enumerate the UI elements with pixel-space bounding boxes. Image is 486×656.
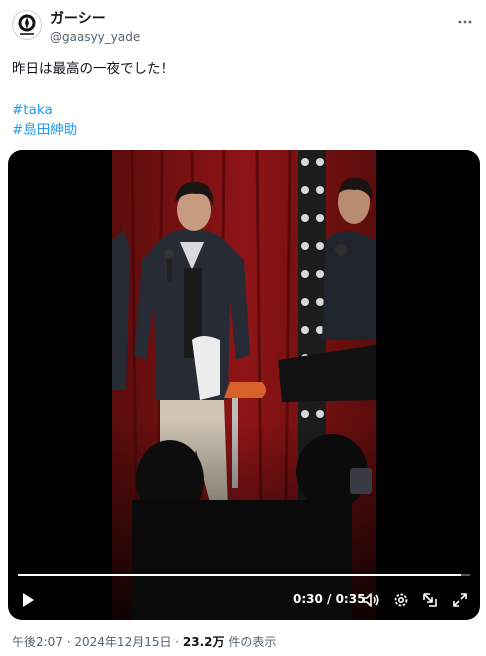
video-controls: 0:30 / 0:35 [8,560,480,620]
hashtag-link[interactable]: #島田紳助 [12,122,77,138]
tweet-meta: 午後2:07 · 2024年12月15日 · 23.2万 件の表示 [12,633,276,650]
handle[interactable]: @gaasyy_yade [50,29,140,45]
timestamp[interactable]: 午後2:07 · 2024年12月15日 · [12,635,183,649]
hashtag-link[interactable]: #taka [12,102,53,118]
volume-button[interactable] [361,590,381,610]
view-count[interactable]: 23.2万 [183,635,225,649]
more-dots-icon [458,20,472,24]
emblem-avatar-icon [18,14,36,35]
avatar[interactable] [12,10,42,40]
volume-icon [363,593,379,607]
tweet-body: 昨日は最高の一夜でした！ #taka #島田紳助 [12,59,474,140]
picture-in-picture-icon [423,593,437,607]
play-button[interactable] [18,590,38,610]
settings-button[interactable] [391,590,411,610]
more-options-button[interactable] [456,13,474,31]
gear-icon [394,593,408,607]
progress-fill [18,574,461,576]
video-player[interactable]: 0:30 / 0:35 [8,150,480,620]
author-info: ガーシー @gaasyy_yade [50,11,140,45]
view-label: 件の表示 [224,635,277,649]
fullscreen-icon [453,593,467,607]
tweet-header: ガーシー @gaasyy_yade [12,10,476,50]
fullscreen-button[interactable] [450,590,470,610]
progress-bar[interactable] [18,574,470,576]
picture-in-picture-button[interactable] [420,590,440,610]
display-name[interactable]: ガーシー [50,11,140,28]
video-frame[interactable] [112,150,376,620]
time-readout: 0:30 / 0:35 [293,592,366,606]
play-icon [23,593,34,607]
tweet-text: 昨日は最高の一夜でした！ [12,61,174,77]
